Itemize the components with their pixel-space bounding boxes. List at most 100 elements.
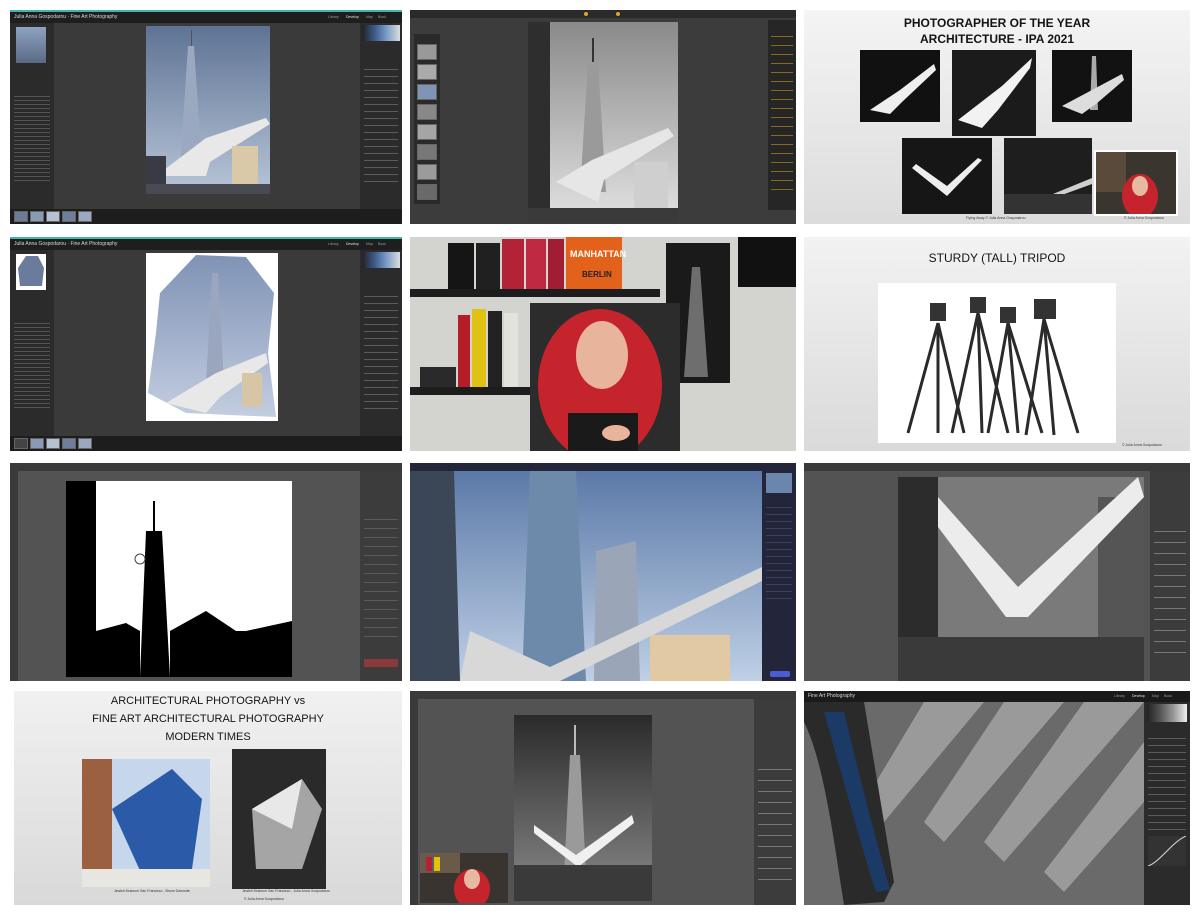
tile-photoshop-bw[interactable] bbox=[804, 463, 1190, 681]
preset-thumb[interactable] bbox=[417, 164, 437, 180]
module-book[interactable]: Book bbox=[1164, 694, 1172, 698]
module-library[interactable]: Library bbox=[1114, 694, 1125, 698]
module-book[interactable]: Book bbox=[378, 242, 386, 246]
module-develop[interactable]: Develop bbox=[346, 242, 359, 246]
layers-list[interactable] bbox=[1154, 521, 1186, 661]
ps-panels[interactable] bbox=[754, 699, 796, 905]
photo-warped bbox=[148, 255, 276, 417]
tile-lightroom-bw-detail[interactable]: Fine Art Photography Library Develop Map… bbox=[804, 691, 1190, 905]
lightroom-brand: Julia Anna Gospodarou · Fine Art Photogr… bbox=[14, 14, 118, 20]
preset-thumb[interactable] bbox=[417, 44, 437, 60]
module-develop[interactable]: Develop bbox=[1132, 694, 1145, 698]
presets-strip[interactable] bbox=[414, 34, 440, 204]
module-map[interactable]: Map bbox=[366, 15, 373, 19]
presenter-webcam bbox=[420, 853, 508, 903]
ps-panels[interactable] bbox=[360, 471, 402, 681]
ps-toolbar[interactable] bbox=[10, 463, 402, 471]
slide-title-line1: ARCHITECTURAL PHOTOGRAPHY vs bbox=[110, 695, 306, 707]
preset-thumb[interactable] bbox=[417, 64, 437, 80]
tile-comparison-slide: ARCHITECTURAL PHOTOGRAPHY vs FINE ART AR… bbox=[14, 691, 402, 905]
module-map[interactable]: Map bbox=[366, 242, 373, 246]
right-panel[interactable] bbox=[360, 23, 402, 209]
tile-photoshop-webcam[interactable] bbox=[410, 691, 796, 905]
efex-toolbar-dot[interactable] bbox=[616, 12, 620, 16]
efex-toolbar-dot[interactable] bbox=[584, 12, 588, 16]
efex-sliders[interactable] bbox=[771, 28, 793, 198]
left-panel bbox=[10, 23, 54, 209]
filmstrip[interactable] bbox=[10, 209, 402, 224]
award-photo bbox=[902, 138, 992, 214]
tone-curve[interactable] bbox=[1148, 836, 1186, 866]
ps-tools[interactable] bbox=[10, 471, 18, 681]
layers-list[interactable] bbox=[758, 759, 792, 889]
module-library[interactable]: Library bbox=[328, 15, 339, 19]
luminar-apply-button[interactable] bbox=[770, 671, 790, 677]
award-photo bbox=[860, 50, 940, 122]
tripod-photo bbox=[878, 283, 1116, 443]
transform-sliders[interactable] bbox=[364, 290, 398, 410]
film-thumb[interactable] bbox=[46, 438, 60, 449]
preset-thumb[interactable] bbox=[417, 124, 437, 140]
module-develop[interactable]: Develop bbox=[346, 15, 359, 19]
film-thumb[interactable] bbox=[46, 211, 60, 222]
preset-thumb[interactable] bbox=[417, 104, 437, 120]
lightroom-topbar: Fine Art Photography Library Develop Map… bbox=[804, 691, 1190, 702]
luminar-tools[interactable] bbox=[766, 501, 792, 601]
film-thumb[interactable] bbox=[14, 438, 28, 449]
book-berlin: BERLIN bbox=[582, 270, 612, 279]
module-book[interactable]: Book bbox=[378, 15, 386, 19]
caption-left: Jewish Museum San Francisco - Bruce Damo… bbox=[114, 889, 190, 893]
ps-tools[interactable] bbox=[410, 699, 418, 905]
right-panel[interactable] bbox=[360, 250, 402, 436]
preset-thumb[interactable] bbox=[417, 144, 437, 160]
ps-toolbar[interactable] bbox=[804, 463, 1190, 471]
film-thumb[interactable] bbox=[78, 211, 92, 222]
navigator-thumbnail bbox=[16, 27, 46, 63]
tile-lightroom-transform[interactable]: Julia Anna Gospodarou · Fine Art Photogr… bbox=[10, 237, 402, 451]
lightroom-brand: Julia Anna Gospodarou · Fine Art Photogr… bbox=[14, 241, 118, 247]
film-thumb[interactable] bbox=[62, 211, 76, 222]
develop-sliders[interactable] bbox=[1148, 732, 1186, 832]
color-photo bbox=[82, 759, 210, 887]
film-thumb[interactable] bbox=[30, 211, 44, 222]
active-layer[interactable] bbox=[364, 659, 398, 667]
mask-silhouette bbox=[66, 481, 292, 677]
preset-thumb[interactable] bbox=[417, 184, 437, 200]
presenter-webcam bbox=[1094, 150, 1178, 216]
preset-thumb[interactable] bbox=[417, 84, 437, 100]
photo-wtc-bw bbox=[514, 715, 652, 901]
presets-list[interactable] bbox=[14, 93, 50, 183]
lightroom-brand: Fine Art Photography bbox=[808, 693, 855, 699]
ps-panels[interactable] bbox=[1150, 471, 1190, 681]
photo-oculus-bw-2 bbox=[898, 477, 1144, 681]
lightroom-topbar: Julia Anna Gospodarou · Fine Art Photogr… bbox=[10, 10, 402, 23]
tile-silver-efex[interactable] bbox=[410, 10, 796, 224]
lightroom-topbar: Julia Anna Gospodarou · Fine Art Photogr… bbox=[10, 237, 402, 250]
slide-title-line3: MODERN TIMES bbox=[165, 731, 251, 743]
ps-toolbar[interactable] bbox=[410, 691, 796, 699]
film-thumb[interactable] bbox=[30, 438, 44, 449]
tile-lightroom-develop-1[interactable]: Julia Anna Gospodarou · Fine Art Photogr… bbox=[10, 10, 402, 224]
develop-sliders[interactable] bbox=[364, 63, 398, 183]
slide-title-line2: ARCHITECTURE - IPA 2021 bbox=[919, 32, 1075, 46]
film-thumb[interactable] bbox=[62, 438, 76, 449]
luminar-right-panel[interactable] bbox=[762, 471, 796, 681]
filmstrip[interactable] bbox=[10, 436, 402, 451]
copyright-corner: © Julia Anna Gospodarou bbox=[1122, 443, 1162, 447]
module-map[interactable]: Map bbox=[1152, 694, 1159, 698]
tile-ipa-slide: PHOTOGRAPHER OF THE YEAR ARCHITECTURE - … bbox=[804, 10, 1190, 224]
left-panel bbox=[10, 250, 54, 436]
module-library[interactable]: Library bbox=[328, 242, 339, 246]
presets-list[interactable] bbox=[14, 320, 50, 410]
copyright-corner: © Julia Anna Gospodarou bbox=[1124, 216, 1164, 220]
film-thumb[interactable] bbox=[14, 211, 28, 222]
efex-right-panel[interactable] bbox=[768, 20, 796, 210]
layers-list[interactable] bbox=[364, 511, 398, 641]
tile-photoshop-mask[interactable] bbox=[10, 463, 402, 681]
copyright-corner: © Julia Anna Gospodarou bbox=[244, 897, 284, 901]
right-panel[interactable] bbox=[1144, 702, 1190, 905]
award-photo bbox=[952, 50, 1036, 136]
film-thumb[interactable] bbox=[78, 438, 92, 449]
histogram bbox=[1147, 704, 1187, 722]
tile-luminar-edit[interactable] bbox=[410, 463, 796, 681]
